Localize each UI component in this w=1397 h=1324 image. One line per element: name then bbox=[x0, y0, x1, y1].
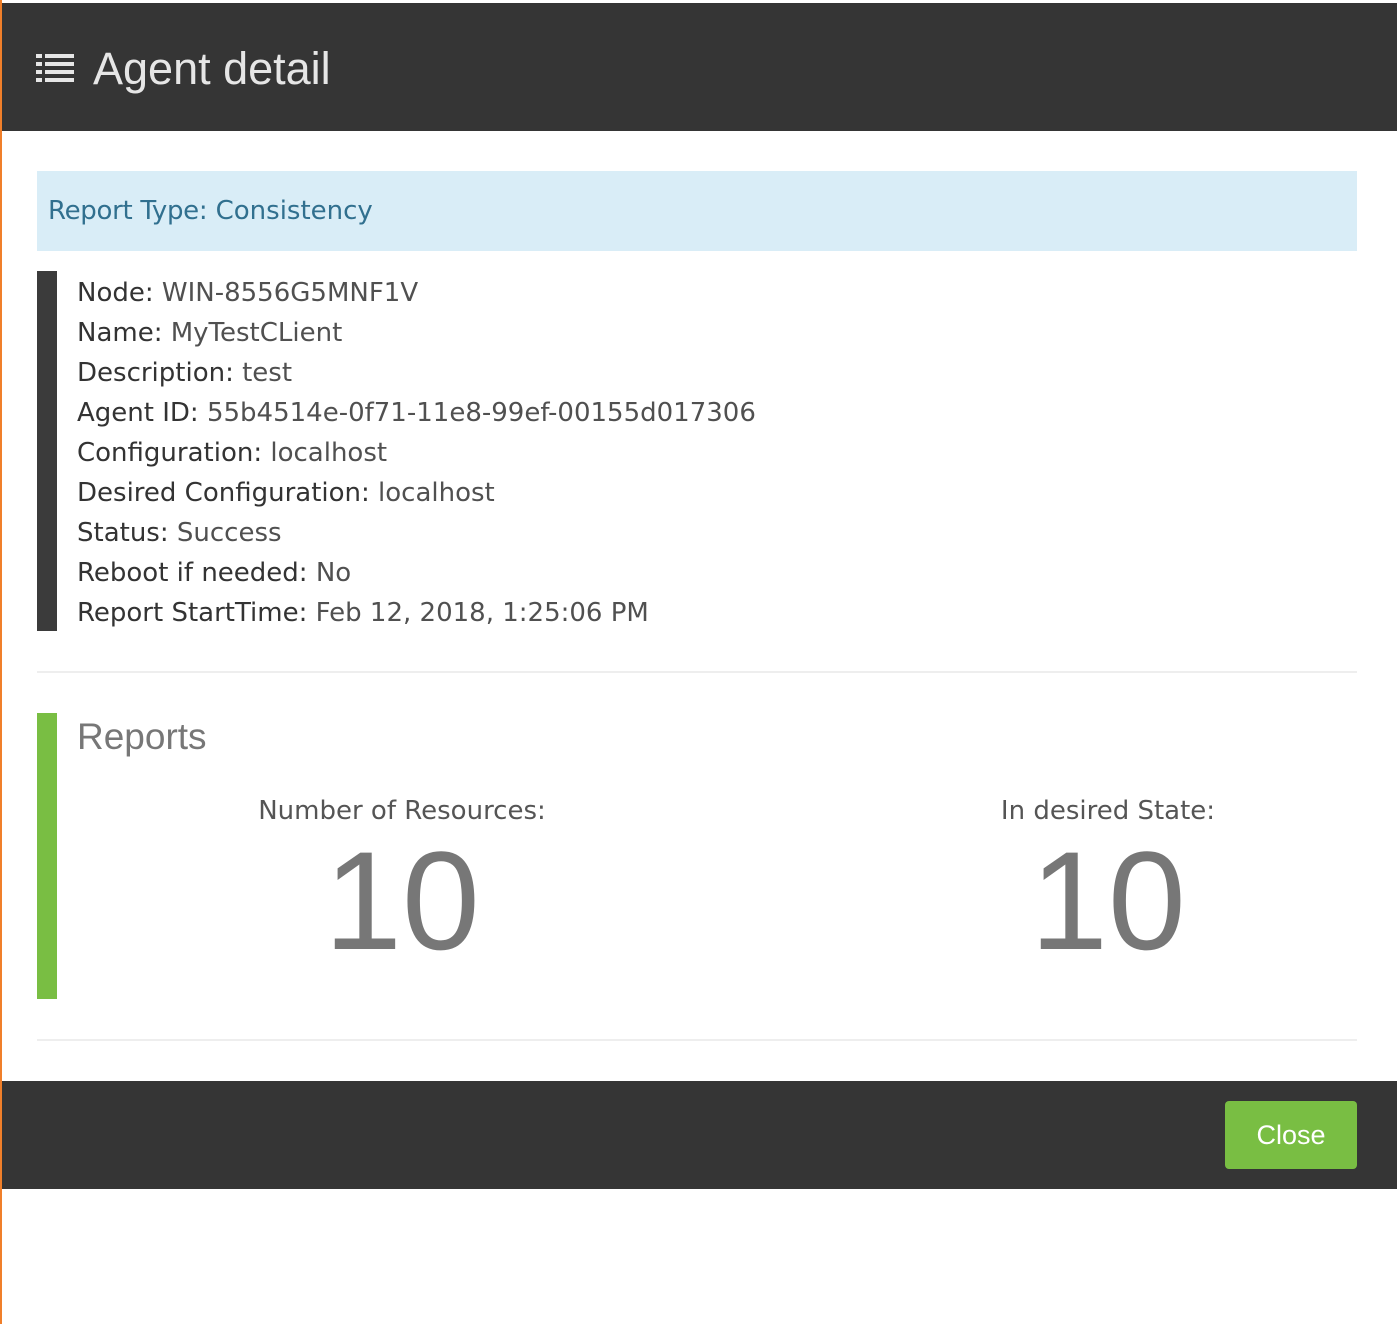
detail-label: Reboot if needed: bbox=[77, 558, 308, 588]
detail-label: Configuration: bbox=[77, 438, 263, 468]
list-icon bbox=[36, 54, 74, 82]
detail-label: Status: bbox=[77, 518, 169, 548]
detail-value: WIN-8556G5MNF1V bbox=[161, 278, 419, 308]
modal-footer: Close bbox=[2, 1081, 1397, 1189]
detail-label: Node: bbox=[77, 278, 154, 308]
detail-row-configuration: Configuration: localhost bbox=[77, 433, 1357, 473]
number-of-resources-stat: Number of Resources: 10 bbox=[209, 795, 595, 971]
detail-value: MyTestCLient bbox=[170, 318, 343, 348]
detail-label: Report StartTime: bbox=[77, 598, 308, 628]
in-desired-state-stat: In desired State: 10 bbox=[915, 795, 1301, 971]
agent-details-panel: Node: WIN-8556G5MNF1V Name: MyTestCLient… bbox=[37, 271, 1357, 631]
number-of-resources-value: 10 bbox=[324, 822, 480, 979]
detail-row-reboot-if-needed: Reboot if needed: No bbox=[77, 553, 1357, 593]
report-type-label: Report Type: bbox=[48, 196, 208, 226]
detail-value: localhost bbox=[270, 438, 388, 468]
divider bbox=[37, 1039, 1357, 1041]
detail-row-status: Status: Success bbox=[77, 513, 1357, 553]
detail-row-node: Node: WIN-8556G5MNF1V bbox=[77, 273, 1357, 313]
detail-value: 55b4514e-0f71-11e8-99ef-00155d017306 bbox=[206, 398, 756, 428]
close-button[interactable]: Close bbox=[1225, 1101, 1357, 1169]
in-desired-state-value: 10 bbox=[1030, 822, 1186, 979]
detail-label: Description: bbox=[77, 358, 234, 388]
detail-label: Name: bbox=[77, 318, 163, 348]
reports-heading: Reports bbox=[77, 716, 207, 757]
detail-value: Success bbox=[176, 518, 282, 548]
detail-row-agent-id: Agent ID: 55b4514e-0f71-11e8-99ef-00155d… bbox=[77, 393, 1357, 433]
report-type-alert: Report Type: Consistency bbox=[37, 171, 1357, 251]
detail-label: Desired Configuration: bbox=[77, 478, 370, 508]
reports-panel: Reports Number of Resources: 10 In desir… bbox=[37, 713, 1357, 999]
report-type-value: Consistency bbox=[215, 196, 373, 226]
detail-row-desired-configuration: Desired Configuration: localhost bbox=[77, 473, 1357, 513]
agent-detail-modal: Agent detail Report Type: Consistency No… bbox=[0, 0, 1397, 1324]
detail-row-description: Description: test bbox=[77, 353, 1357, 393]
detail-value: Feb 12, 2018, 1:25:06 PM bbox=[315, 598, 649, 628]
detail-label: Agent ID: bbox=[77, 398, 199, 428]
divider bbox=[37, 671, 1357, 673]
detail-value: test bbox=[242, 358, 293, 388]
detail-row-report-start-time: Report StartTime: Feb 12, 2018, 1:25:06 … bbox=[77, 593, 1357, 633]
detail-row-name: Name: MyTestCLient bbox=[77, 313, 1357, 353]
modal-header: Agent detail bbox=[2, 3, 1397, 131]
detail-value: localhost bbox=[378, 478, 495, 508]
modal-title: Agent detail bbox=[93, 43, 331, 94]
detail-value: No bbox=[315, 558, 352, 588]
